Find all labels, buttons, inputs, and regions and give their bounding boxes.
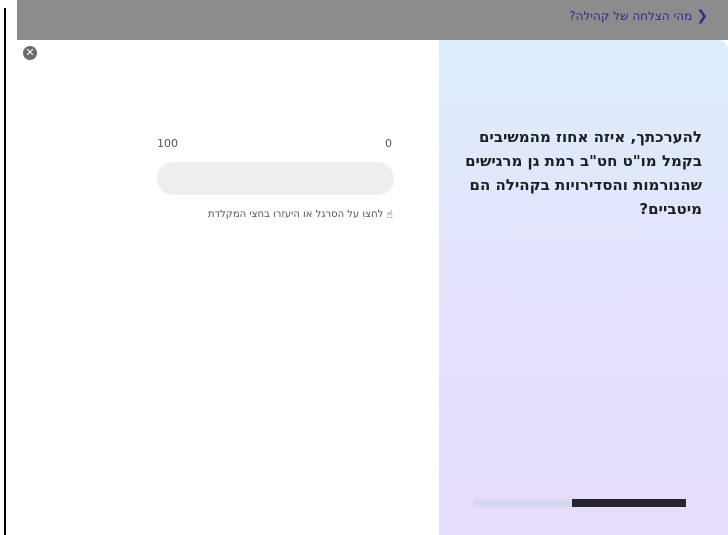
question-panel: להערכתך, איזה אחוז מהמשיבים בקמל מו"ט חט…	[439, 40, 728, 535]
slider-hint-text: לחצו על הסרגל או היעזרו בחצי המקלדת	[208, 209, 384, 220]
progress-bar	[474, 499, 686, 507]
left-border-line	[4, 8, 6, 535]
breadcrumb[interactable]: ❮ מהי הצלחה של קהילה?	[569, 6, 708, 26]
breadcrumb-label[interactable]: מהי הצלחה של קהילה?	[569, 9, 692, 23]
chevron-right-icon[interactable]: ❮	[696, 8, 708, 24]
slider-min-label: 0	[385, 137, 392, 150]
slider-hint: ☝ לחצו על הסרגל או היעזרו בחצי המקלדת	[157, 208, 393, 221]
progress-fill	[571, 499, 686, 507]
question-text: להערכתך, איזה אחוז מהמשיבים בקמל מו"ט חט…	[465, 128, 702, 218]
pointer-hand-icon: ☝	[386, 208, 393, 221]
question-modal: ✕ 100 0 ☝ לחצו על הסרגל או היעזרו בחצי ה…	[17, 40, 728, 535]
close-icon[interactable]: ✕	[23, 46, 37, 60]
slider-max-label: 100	[157, 137, 178, 150]
percentage-slider[interactable]	[157, 162, 394, 195]
